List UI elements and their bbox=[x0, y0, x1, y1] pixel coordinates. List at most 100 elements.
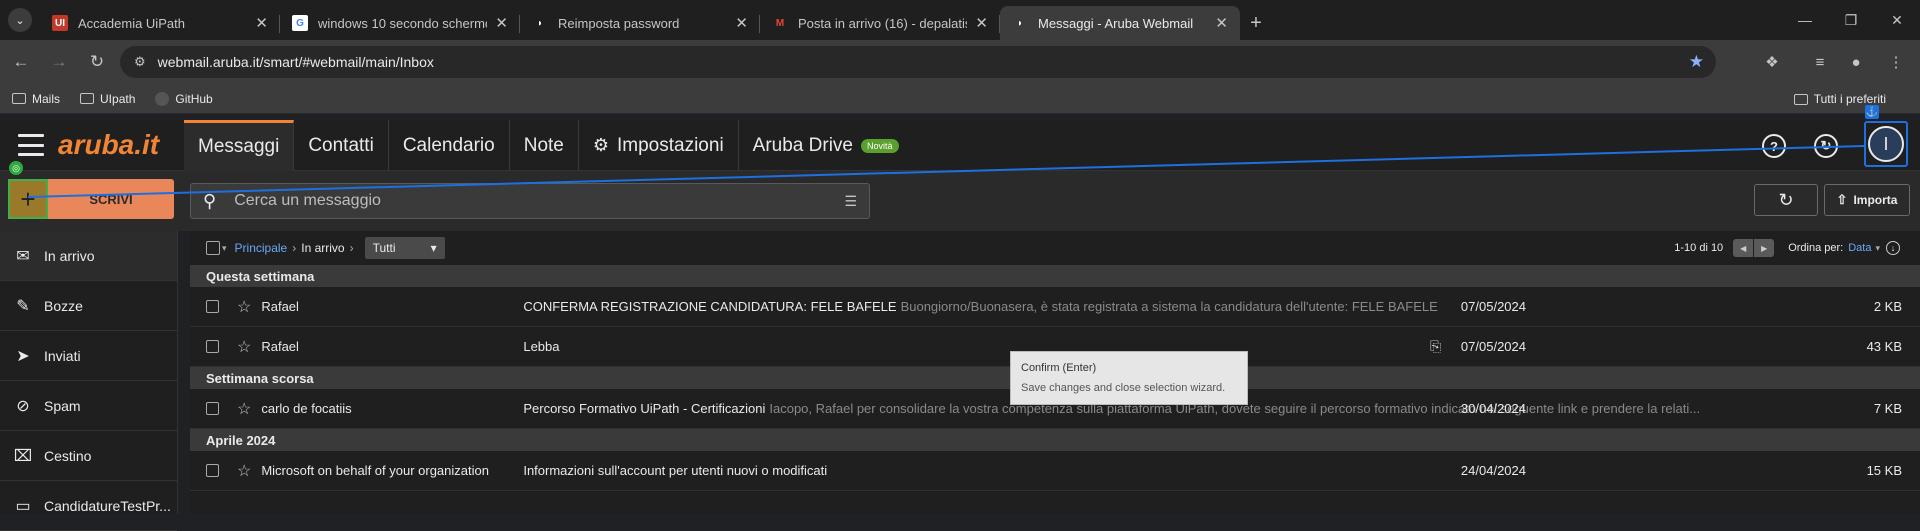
advanced-search-icon[interactable]: ☰ bbox=[844, 193, 857, 210]
tab-search-icon[interactable]: ⌄ bbox=[8, 8, 32, 32]
window-controls: — ❐ ✕ bbox=[1782, 0, 1920, 40]
close-window-icon[interactable]: ✕ bbox=[1874, 0, 1920, 40]
row-checkbox[interactable] bbox=[206, 464, 219, 477]
message-subject: Percorso Formativo UiPath - Certificazio… bbox=[523, 401, 766, 416]
menu-icon[interactable]: ⋮ bbox=[1880, 46, 1912, 78]
next-page-icon[interactable]: ▶ bbox=[1754, 239, 1775, 257]
select-all-checkbox[interactable] bbox=[206, 241, 220, 255]
user-avatar-button[interactable]: I bbox=[1864, 121, 1908, 167]
message-subject-preview: CONFERMA REGISTRAZIONE CANDIDATURA: FELE… bbox=[523, 299, 1703, 314]
breadcrumb-root[interactable]: Principale bbox=[235, 241, 288, 255]
minimize-icon[interactable]: — bbox=[1782, 0, 1828, 40]
profile-icon[interactable]: ● bbox=[1840, 46, 1872, 78]
nav-tab-messaggi[interactable]: Messaggi bbox=[184, 120, 295, 171]
sort-value[interactable]: Data bbox=[1848, 242, 1871, 254]
hamburger-menu-icon[interactable] bbox=[18, 134, 44, 156]
main-nav: Messaggi Contatti Calendario Note ⚙ Impostazi… bbox=[184, 120, 913, 171]
star-icon[interactable]: ☆ bbox=[237, 461, 251, 481]
search-input[interactable] bbox=[234, 192, 845, 210]
sidebar-item[interactable]: ⊘ Spam bbox=[0, 381, 177, 431]
reload-icon[interactable]: ↻ bbox=[80, 45, 114, 79]
breadcrumb: ▾ Principale › In arrivo › Tutti ▾ 1-10 … bbox=[190, 231, 1920, 265]
refresh-button[interactable]: ↻ bbox=[1754, 184, 1818, 216]
bookmark-label: Mails bbox=[32, 91, 61, 106]
sidebar-item[interactable]: ▭ CandidatureTestPr... bbox=[0, 481, 177, 531]
prev-page-icon[interactable]: ◀ bbox=[1733, 239, 1754, 257]
restore-icon[interactable]: ❐ bbox=[1828, 0, 1874, 40]
drafts-icon: ✎ bbox=[16, 297, 30, 315]
nav-tab-label: Contatti bbox=[308, 134, 374, 156]
message-date: 07/05/2024 bbox=[1460, 299, 1526, 314]
browser-tab[interactable]: M Posta in arrivo (16) - depalatisia ✕ bbox=[760, 6, 1000, 40]
message-row[interactable]: ☆ Rafael CONFERMA REGISTRAZIONE CANDIDATUR… bbox=[190, 287, 1920, 327]
bookmark-star-icon[interactable]: ★ bbox=[1689, 52, 1704, 72]
breadcrumb-separator: › bbox=[292, 241, 297, 255]
media-icon[interactable]: ≡ bbox=[1804, 46, 1836, 78]
folder-sidebar: ✉ In arrivo ✎ Bozze ➤ Inviati ⊘ Spam ⌧ Cestino ▭ Ca… bbox=[0, 231, 178, 531]
attachment-icon: ⎘ bbox=[1430, 338, 1442, 354]
sidebar-item[interactable]: ✉ In arrivo bbox=[0, 231, 177, 281]
bookmark-item[interactable]: Mails bbox=[12, 92, 60, 106]
aruba-logo[interactable]: aruba.it bbox=[58, 129, 159, 161]
tab-close-icon[interactable]: ✕ bbox=[735, 14, 748, 32]
tab-title: Reimposta password bbox=[558, 15, 680, 31]
sidebar-item-label: Inviati bbox=[44, 347, 81, 364]
page-buttons: ◀ ▶ bbox=[1733, 239, 1775, 257]
search-icon: ⚲ bbox=[203, 190, 217, 211]
tab-title: Accademia UiPath bbox=[78, 15, 185, 31]
history-button[interactable]: ↻ bbox=[1808, 128, 1844, 164]
nav-tab-note[interactable]: Note bbox=[510, 120, 579, 171]
star-icon[interactable]: ☆ bbox=[237, 337, 251, 357]
browser-tab[interactable]: UI Accademia UiPath ✕ bbox=[40, 6, 280, 40]
browser-tab[interactable]: ◗ Messaggi - Aruba Webmail ✕ bbox=[1000, 6, 1240, 40]
history-icon: ↻ bbox=[1814, 134, 1838, 158]
url-text[interactable]: webmail.aruba.it/smart/#webmail/main/Inb… bbox=[158, 54, 1689, 70]
site-info-icon[interactable]: ⚙ bbox=[134, 54, 146, 70]
nav-tab-calendario[interactable]: Calendario bbox=[389, 120, 510, 171]
row-checkbox[interactable] bbox=[206, 300, 219, 313]
tab-close-icon[interactable]: ✕ bbox=[255, 14, 268, 32]
anchor-icon: ⚓ bbox=[1865, 105, 1879, 119]
forward-icon[interactable]: → bbox=[42, 45, 76, 79]
row-checkbox[interactable] bbox=[206, 402, 219, 415]
sidebar-item[interactable]: ✎ Bozze bbox=[0, 281, 177, 331]
nav-tab-impostazioni[interactable]: ⚙ Impostazioni bbox=[579, 120, 739, 171]
star-icon[interactable]: ☆ bbox=[237, 399, 251, 419]
tooltip: Confirm (Enter) Save changes and close s… bbox=[1010, 351, 1248, 405]
all-bookmarks-label: Tutti i preferiti bbox=[1813, 92, 1886, 106]
message-row[interactable]: ☆ Microsoft on behalf of your organizatio… bbox=[190, 451, 1920, 491]
filter-select[interactable]: Tutti ▾ bbox=[364, 237, 445, 259]
upload-icon: ⇧ bbox=[1836, 192, 1848, 207]
pager: 1-10 di 10 ◀ ▶ Ordina per: Data ▾ ↓ bbox=[1674, 231, 1900, 265]
sort-direction-icon[interactable]: ↓ bbox=[1886, 241, 1900, 255]
sort-menu-icon[interactable]: ▾ bbox=[1875, 243, 1880, 254]
new-tab-button[interactable]: + bbox=[1240, 6, 1272, 40]
nav-tab-contatti[interactable]: Contatti bbox=[294, 120, 389, 171]
address-bar[interactable]: ⚙ webmail.aruba.it/smart/#webmail/main/I… bbox=[120, 46, 1716, 78]
select-menu-icon[interactable]: ▾ bbox=[222, 243, 227, 254]
browser-tab[interactable]: ◗ Reimposta password ✕ bbox=[520, 6, 760, 40]
sidebar-item-label: Bozze bbox=[44, 297, 83, 314]
compose-button[interactable]: + SCRIVI bbox=[8, 179, 174, 219]
bookmark-item[interactable]: GitHub bbox=[155, 91, 213, 106]
sidebar-item[interactable]: ⌧ Cestino bbox=[0, 431, 177, 481]
nav-tab-label: Aruba Drive bbox=[752, 134, 853, 156]
import-button[interactable]: ⇧ Importa bbox=[1824, 184, 1910, 216]
tab-favicon-icon: ◗ bbox=[536, 17, 544, 29]
tab-close-icon[interactable]: ✕ bbox=[1215, 14, 1228, 32]
extensions-icon[interactable]: ❖ bbox=[1756, 46, 1788, 78]
star-icon[interactable]: ☆ bbox=[237, 297, 251, 317]
browser-tab[interactable]: Gwindows 10 secondo schermo n ✕ bbox=[280, 6, 520, 40]
row-checkbox[interactable] bbox=[206, 340, 219, 353]
message-size: 43 KB bbox=[1866, 339, 1902, 354]
tab-close-icon[interactable]: ✕ bbox=[975, 14, 988, 32]
help-button[interactable]: ? bbox=[1756, 128, 1792, 164]
nav-tab-aruba-drive[interactable]: Aruba Drive Novità bbox=[739, 120, 913, 171]
tooltip-title: Confirm (Enter) bbox=[1021, 362, 1097, 374]
message-size: 2 KB bbox=[1873, 299, 1902, 314]
tab-close-icon[interactable]: ✕ bbox=[495, 14, 508, 32]
sidebar-item[interactable]: ➤ Inviati bbox=[0, 331, 177, 381]
back-icon[interactable]: ← bbox=[4, 45, 38, 79]
bookmark-item[interactable]: UIpath bbox=[80, 92, 135, 106]
message-sender: Microsoft on behalf of your organization bbox=[261, 463, 489, 478]
